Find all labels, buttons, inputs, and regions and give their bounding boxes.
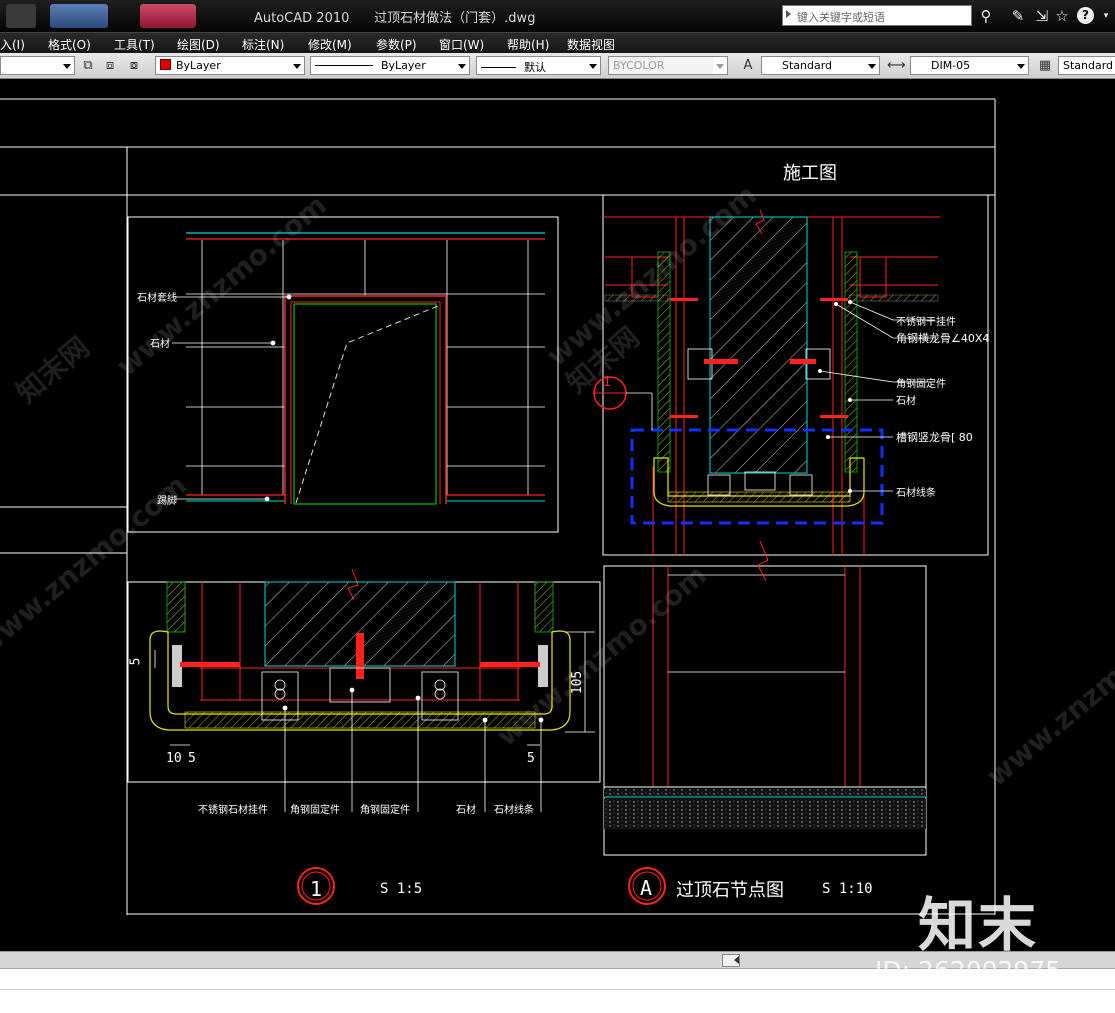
plotstyle-combo[interactable]: BYCOLOR <box>608 56 728 75</box>
binoculars-icon[interactable]: ⚲ <box>976 6 996 26</box>
detail-label-fixing-2: 角钢固定件 <box>360 805 410 816</box>
table-style-value: Standard <box>1063 59 1114 72</box>
label-channel-keel: 槽钢竖龙骨[ 80 <box>896 431 973 444</box>
label-ss-hanger: 不锈钢干挂件 <box>896 317 956 328</box>
match-layer-icon[interactable]: ⧈ <box>101 57 119 74</box>
menu-insert[interactable]: 入(I) <box>0 36 25 53</box>
text-style-combo[interactable]: Standard <box>761 56 880 75</box>
linetype-combo[interactable]: ByLayer <box>310 56 470 75</box>
help-dropdown-icon[interactable]: ▾ <box>1096 6 1115 26</box>
dim-style-icon[interactable]: ⟷ <box>887 57 906 74</box>
lineweight-sample <box>481 67 516 68</box>
dim-style-value: DIM-05 <box>931 59 971 72</box>
table-style-icon[interactable]: ▦ <box>1036 57 1054 74</box>
menu-parameters[interactable]: 参数(P) <box>376 36 417 53</box>
layer-combo[interactable] <box>0 56 75 75</box>
menu-data-view[interactable]: 数据视图 <box>567 36 615 53</box>
callout-1-section-label: 1 <box>603 375 611 390</box>
title-bar: AutoCAD 2010 过顶石材做法（门套）.dwg 键入关键字或短语 ⚲ ✎… <box>0 0 1115 32</box>
dim-5-bottom-left: 5 <box>188 751 196 766</box>
label-stone-line: 石材线条 <box>896 488 936 499</box>
menu-help[interactable]: 帮助(H) <box>507 36 549 53</box>
search-arrow-icon <box>786 10 791 18</box>
dim-105: 105 <box>570 670 586 695</box>
menu-window[interactable]: 窗口(W) <box>439 36 484 53</box>
brand-logo: 知末 <box>918 891 1039 959</box>
menu-tools[interactable]: 工具(T) <box>114 36 155 53</box>
menu-bar: 入(I) 格式(O) 工具(T) 绘图(D) 标注(N) 修改(M) 参数(P)… <box>0 32 1115 54</box>
exchange-icon[interactable]: ⇲ <box>1032 6 1052 26</box>
table-style-combo[interactable]: Standard <box>1058 56 1115 75</box>
text-style-value: Standard <box>782 59 833 72</box>
window-title: AutoCAD 2010 过顶石材做法（门套）.dwg <box>254 11 536 26</box>
linetype-value: ByLayer <box>381 59 426 72</box>
label-stone: 石材 <box>150 339 170 350</box>
color-combo[interactable]: ByLayer <box>155 56 305 75</box>
construction-title: 施工图 <box>783 163 837 184</box>
detail-label-fixing-1: 角钢固定件 <box>290 805 340 816</box>
color-value: ByLayer <box>176 59 221 72</box>
detail-a-letter: A <box>640 876 653 900</box>
workspace-icon[interactable] <box>140 4 196 28</box>
dim-5-bottom-right: 5 <box>527 751 535 766</box>
quick-access-icon[interactable] <box>50 4 108 28</box>
linetype-sample <box>315 65 373 66</box>
command-separator <box>0 989 1115 990</box>
detail-1-number: 1 <box>310 877 323 901</box>
plotstyle-value: BYCOLOR <box>613 59 665 72</box>
app-logo-icon[interactable] <box>6 4 36 28</box>
menu-modify[interactable]: 修改(M) <box>308 36 352 53</box>
text-style-icon[interactable]: A <box>739 57 757 74</box>
dim-style-combo[interactable]: DIM-05 <box>910 56 1029 75</box>
label-stone-section: 石材 <box>896 396 916 407</box>
resource-id: ID: 262002975 <box>875 956 1062 985</box>
door-elevation <box>127 216 559 533</box>
detail-label-hanger: 不锈钢石材挂件 <box>198 805 268 816</box>
menu-draw[interactable]: 绘图(D) <box>177 36 220 53</box>
layer-previous-icon[interactable]: ⧇ <box>125 57 143 74</box>
detail-label-stone-line: 石材线条 <box>494 805 534 816</box>
lineweight-value: 默认 <box>524 61 546 74</box>
wrench-icon[interactable]: ✎ <box>1008 6 1028 26</box>
dim-5-side: 5 <box>128 657 144 666</box>
favorites-star-icon[interactable]: ☆ <box>1052 6 1072 26</box>
scroll-left-arrow-icon[interactable] <box>734 956 739 964</box>
detail-label-stone: 石材 <box>456 805 476 816</box>
color-swatch <box>160 59 171 70</box>
label-baseboard: 踢脚 <box>157 496 177 507</box>
help-icon[interactable]: ? <box>1077 7 1094 24</box>
properties-toolbar: ⧉ ⧈ ⧇ ByLayer ByLayer 默认 BYCOLOR A Stand… <box>0 53 1115 79</box>
menu-dimension[interactable]: 标注(N) <box>242 36 284 53</box>
lineweight-combo[interactable]: 默认 <box>476 56 601 75</box>
label-angle-keel: 角钢横龙骨∠40X4 <box>896 332 990 345</box>
label-angle-fixing: 角钢固定件 <box>896 379 946 390</box>
detail-a-title: 过顶石节点图 <box>676 880 784 901</box>
lower-wall-section <box>603 540 927 856</box>
search-input[interactable]: 键入关键字或短语 <box>782 5 972 26</box>
menu-format[interactable]: 格式(O) <box>48 36 91 53</box>
detail-1-scale: S 1:5 <box>380 881 423 897</box>
layer-state-icon[interactable]: ⧉ <box>79 57 97 74</box>
detail-1 <box>127 568 601 812</box>
dim-10: 10 <box>166 751 182 766</box>
label-stone-trim: 石材套线 <box>137 293 177 304</box>
detail-a-scale: S 1:10 <box>822 881 873 897</box>
drawing-canvas[interactable]: www.znzmo.com www.znzmo.com www.znzmo.co… <box>0 79 1115 951</box>
